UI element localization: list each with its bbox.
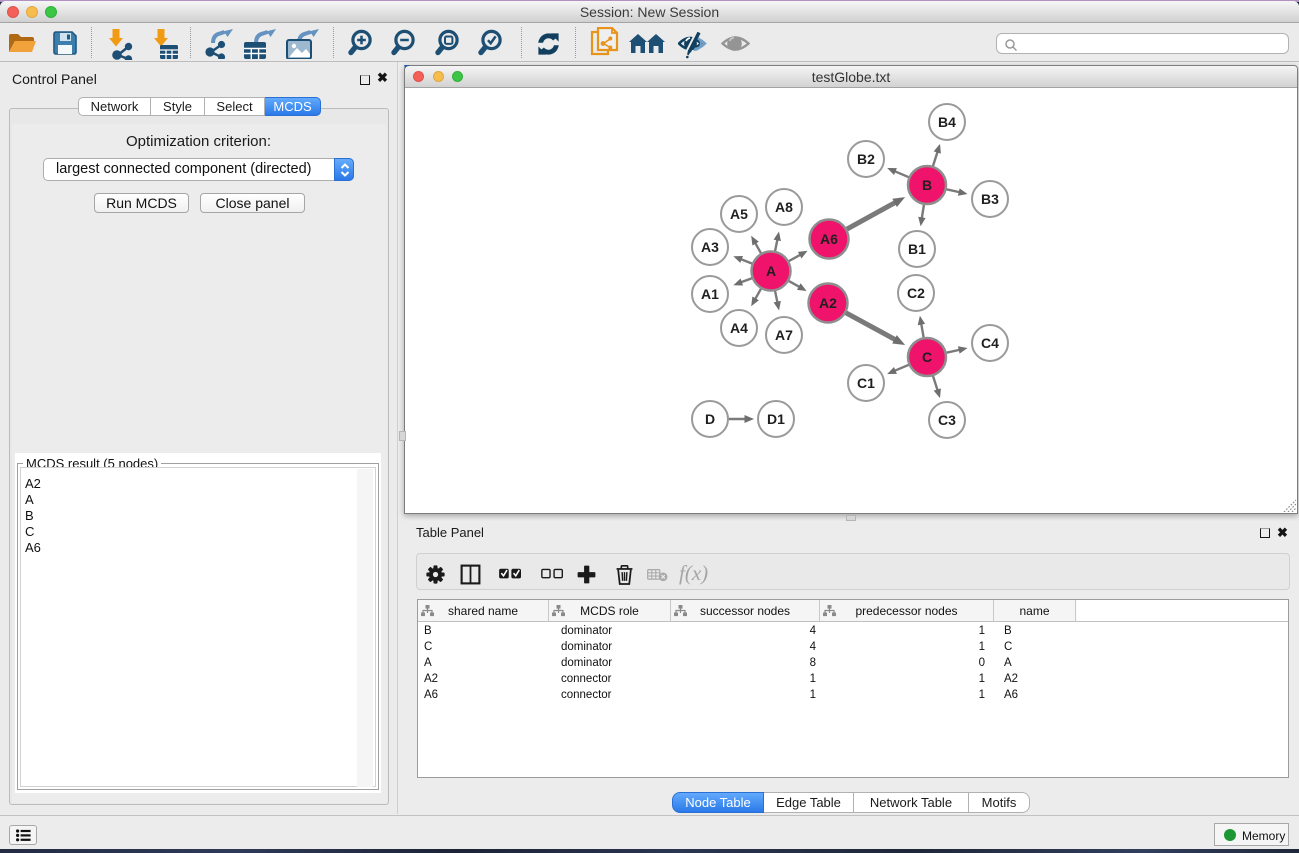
svg-text:C: C bbox=[922, 349, 932, 365]
svg-text:A3: A3 bbox=[701, 239, 719, 255]
svg-text:A7: A7 bbox=[775, 327, 793, 343]
svg-text:C3: C3 bbox=[938, 412, 956, 428]
svg-text:A2: A2 bbox=[819, 295, 837, 311]
svg-text:A1: A1 bbox=[701, 286, 719, 302]
svg-text:D: D bbox=[705, 411, 715, 427]
svg-text:C4: C4 bbox=[981, 335, 999, 351]
svg-text:C2: C2 bbox=[907, 285, 925, 301]
svg-text:A5: A5 bbox=[730, 206, 748, 222]
svg-text:B2: B2 bbox=[857, 151, 875, 167]
svg-text:A4: A4 bbox=[730, 320, 748, 336]
svg-text:A6: A6 bbox=[820, 231, 838, 247]
svg-text:B1: B1 bbox=[908, 241, 926, 257]
svg-text:D1: D1 bbox=[767, 411, 785, 427]
svg-text:B4: B4 bbox=[938, 114, 956, 130]
svg-text:A: A bbox=[766, 263, 776, 279]
svg-text:B3: B3 bbox=[981, 191, 999, 207]
svg-text:B: B bbox=[922, 177, 932, 193]
svg-text:C1: C1 bbox=[857, 375, 875, 391]
svg-text:A8: A8 bbox=[775, 199, 793, 215]
